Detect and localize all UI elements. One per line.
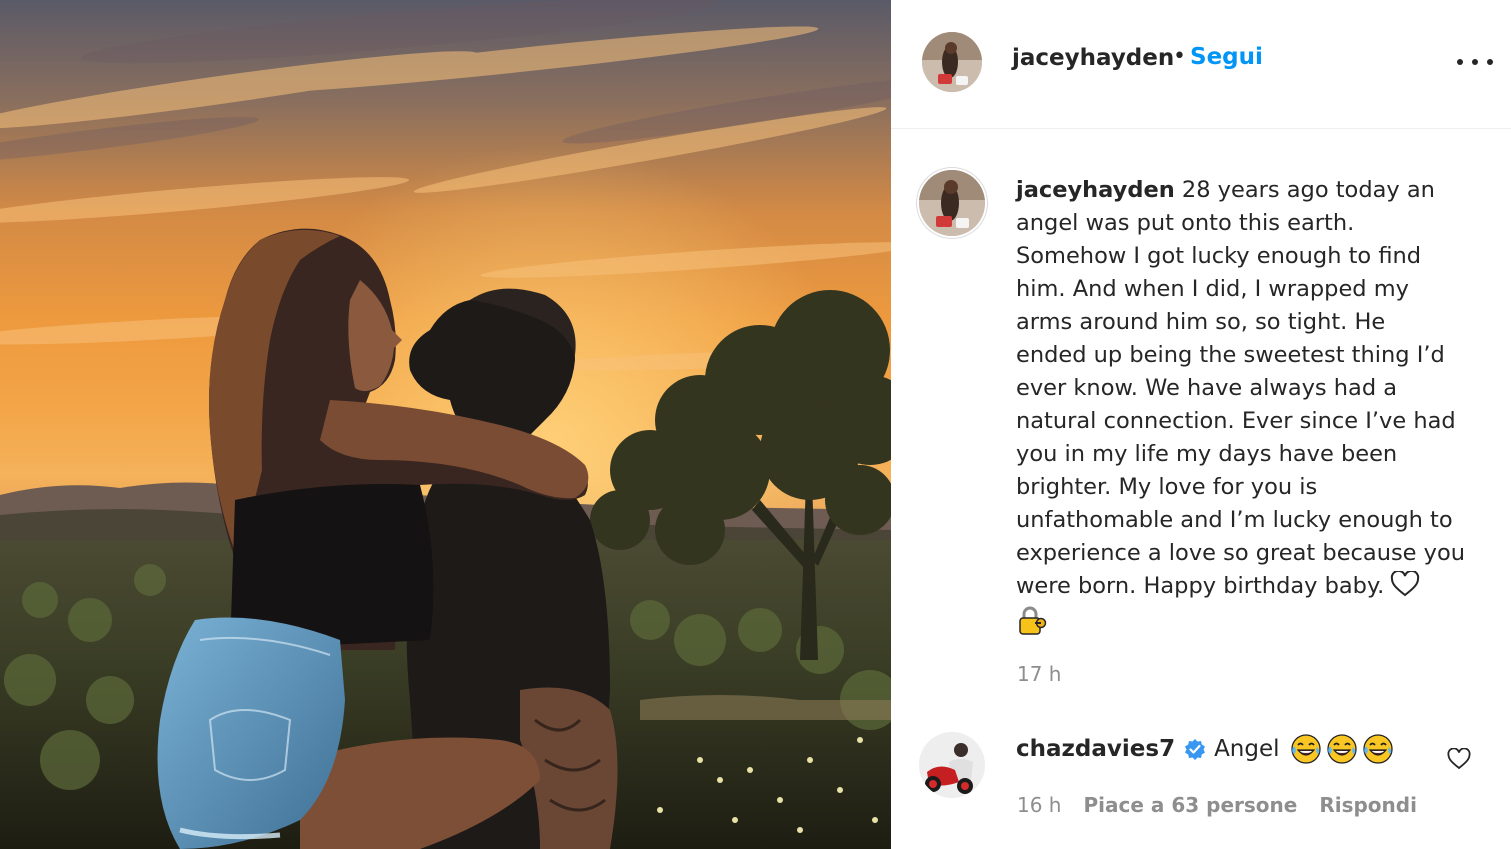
caption-line: him. And when I did, I wrapped my: [1016, 276, 1409, 302]
caption-username[interactable]: jaceyhayden: [1016, 177, 1175, 203]
comment-likes[interactable]: Piace a 63 persone: [1083, 793, 1297, 817]
caption-line: arms around him so, so tight. He: [1016, 309, 1386, 335]
post-header: jaceyhayden • Segui: [891, 0, 1511, 129]
caption-line: brighter. My love for you is: [1016, 474, 1318, 500]
caption-line: were born. Happy birthday baby.: [1016, 570, 1486, 603]
commenter-username[interactable]: chazdavies7: [1016, 736, 1175, 762]
author-username[interactable]: jaceyhayden: [1012, 45, 1174, 71]
follow-button[interactable]: Segui: [1190, 44, 1263, 70]
reply-button[interactable]: Rispondi: [1319, 793, 1417, 817]
post-caption: jaceyhayden 28 years ago today an angel …: [1016, 174, 1486, 637]
commenter-avatar[interactable]: [919, 732, 985, 798]
author-avatar[interactable]: [922, 32, 982, 92]
comment-meta: 16 h Piace a 63 persone Rispondi: [1017, 793, 1417, 817]
more-dot: [1487, 59, 1493, 65]
instagram-post: jaceyhayden • Segui jaceyhayden 28 years…: [0, 0, 1511, 849]
tears-of-joy-emoji: [1290, 734, 1321, 764]
caption-line: ever know. We have always had a: [1016, 375, 1398, 401]
heart-outline-icon[interactable]: [1447, 748, 1471, 770]
caption-line: natural connection. Ever since I’ve had: [1016, 408, 1456, 434]
author-avatar-image: [922, 32, 982, 92]
more-options-icon[interactable]: [1457, 52, 1493, 72]
caption-author-avatar[interactable]: [919, 170, 985, 236]
post-photo[interactable]: [0, 0, 891, 849]
caption-line: ended up being the sweetest thing I’d: [1016, 342, 1445, 368]
caption-line: you in my life my days have been: [1016, 441, 1398, 467]
more-dot: [1457, 59, 1463, 65]
comment-timestamp[interactable]: 16 h: [1017, 793, 1061, 817]
post-side-panel: jaceyhayden • Segui jaceyhayden 28 years…: [891, 0, 1511, 849]
more-dot: [1472, 59, 1478, 65]
locked-with-key-emoji: [1019, 606, 1047, 635]
sunset-couple-image: [0, 0, 891, 849]
tears-of-joy-emoji: [1362, 734, 1393, 764]
caption-line: Somehow I got lucky enough to find: [1016, 243, 1422, 269]
verified-badge-icon: [1185, 739, 1206, 760]
caption-line: experience a love so great because you: [1016, 540, 1466, 566]
comment: chazdavies7 Angel: [1016, 733, 1398, 765]
caption-avatar-image: [919, 170, 985, 236]
caption-line: angel was put onto this earth.: [1016, 210, 1355, 236]
tears-of-joy-emoji: [1326, 734, 1357, 764]
commenter-avatar-image: [919, 732, 985, 798]
caption-line: unfathomable and I’m lucky enough to: [1016, 507, 1453, 533]
separator-dot: •: [1173, 44, 1186, 69]
white-heart-icon: [1391, 571, 1420, 597]
comment-text: Angel: [1214, 736, 1280, 762]
caption-line: jaceyhayden 28 years ago today an: [1016, 177, 1435, 203]
caption-timestamp[interactable]: 17 h: [1017, 662, 1061, 686]
